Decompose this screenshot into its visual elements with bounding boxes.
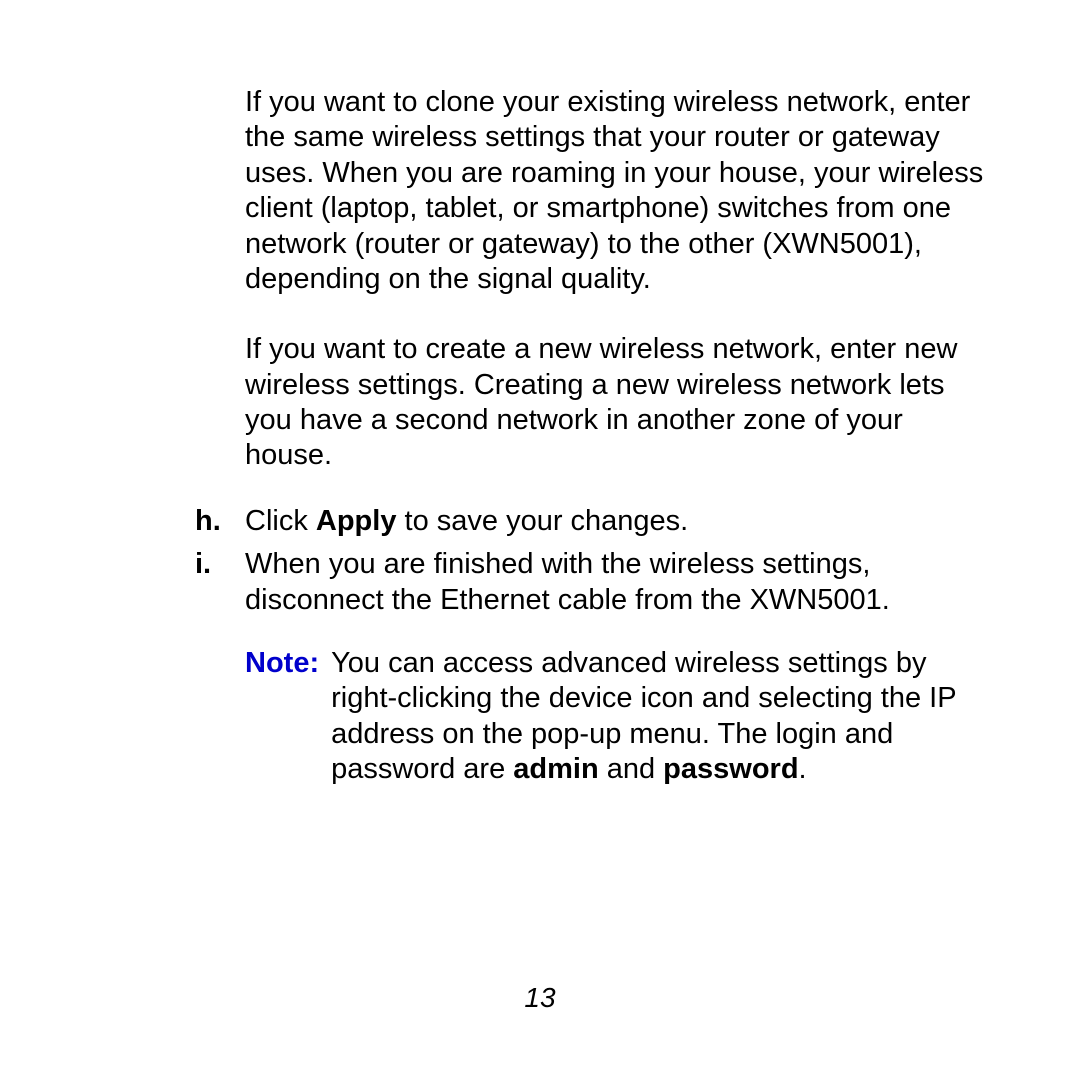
paragraph-new-network: If you want to create a new wireless net…	[245, 332, 985, 474]
text-post: to save your changes.	[396, 505, 688, 537]
list-marker-i: i.	[195, 547, 245, 618]
text-pre: Click	[245, 505, 316, 537]
note-block: Note: You can access advanced wireless s…	[245, 646, 985, 788]
apply-bold: Apply	[316, 505, 397, 537]
note-password: password	[663, 753, 798, 785]
note-mid: and	[599, 753, 664, 785]
note-label: Note:	[245, 646, 319, 788]
note-admin: admin	[513, 753, 598, 785]
note-post: .	[799, 753, 807, 785]
list-text-h: Click Apply to save your changes.	[245, 504, 985, 539]
paragraph-clone: If you want to clone your existing wirel…	[245, 85, 985, 297]
list-text-i: When you are finished with the wireless …	[245, 547, 985, 618]
note-text: You can access advanced wireless setting…	[331, 646, 985, 788]
page-number: 13	[0, 981, 1080, 1015]
list-item-i: i. When you are finished with the wirele…	[195, 547, 985, 618]
list-item-h: h. Click Apply to save your changes.	[195, 504, 985, 539]
list-marker-h: h.	[195, 504, 245, 539]
